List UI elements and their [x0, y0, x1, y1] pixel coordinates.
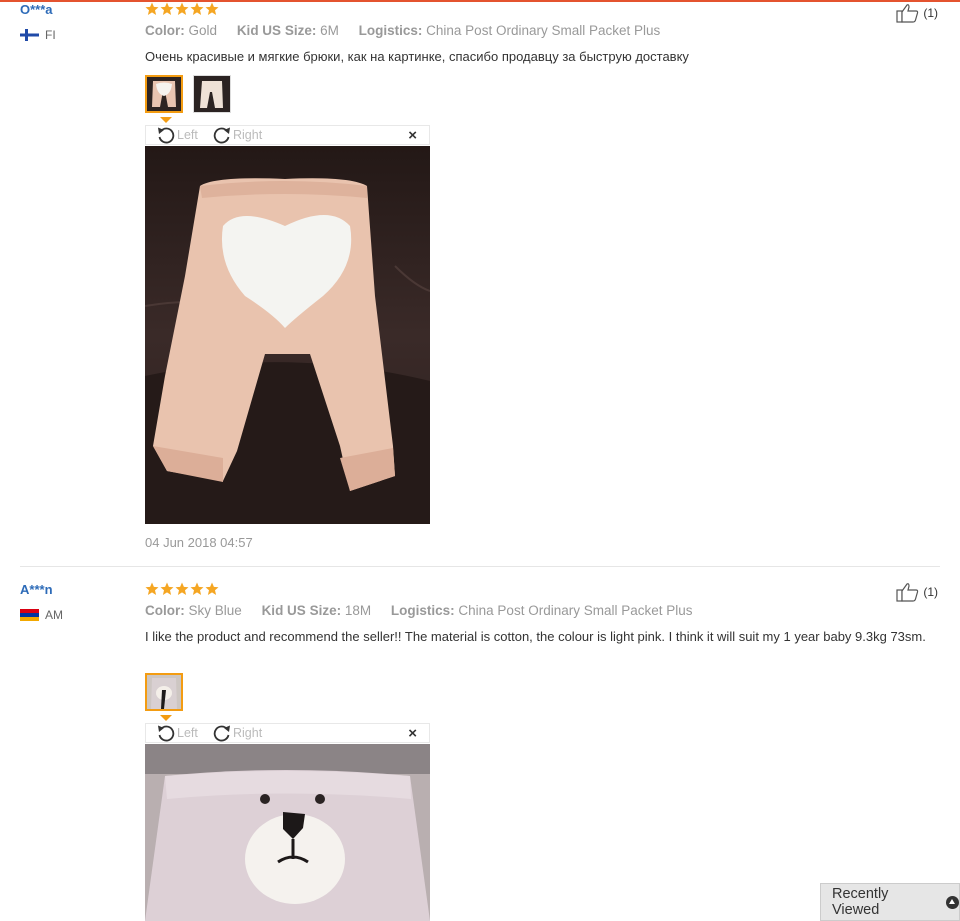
rotate-left-button[interactable]: Left [156, 724, 198, 742]
star-icon [175, 582, 189, 595]
rotate-left-icon [158, 725, 175, 742]
recently-viewed-label: Recently Viewed [832, 886, 889, 918]
reviewer-name[interactable]: O***a [20, 2, 53, 17]
rotate-left-icon [158, 127, 175, 144]
finland-flag-icon [20, 29, 39, 41]
photo-thumbnail[interactable] [193, 75, 231, 113]
logistics-value: China Post Ordinary Small Packet Plus [458, 603, 693, 618]
size-label: Kid US Size: [236, 23, 317, 38]
star-icon [190, 582, 204, 595]
rating-stars [145, 582, 219, 596]
size-value: 18M [344, 603, 372, 618]
logistics-label: Logistics: [390, 603, 455, 618]
helpful-button[interactable]: (1) [896, 3, 938, 23]
star-icon [160, 582, 174, 595]
rotate-right-button[interactable]: Right [212, 724, 262, 742]
close-viewer-button[interactable]: × [408, 726, 417, 742]
country-code: FI [45, 28, 56, 42]
country-code: AM [45, 608, 63, 622]
rotate-left-label: Left [177, 128, 198, 142]
rotate-left-label: Left [177, 726, 198, 740]
reviewer-name[interactable]: A***n [20, 582, 53, 597]
color-value: Gold [188, 23, 218, 38]
top-accent-line [0, 0, 960, 2]
size-value: 6M [320, 23, 339, 38]
close-viewer-button[interactable]: × [408, 128, 417, 144]
thumbs-up-icon [896, 583, 919, 602]
photo-thumbnail[interactable] [145, 75, 183, 113]
helpful-button[interactable]: (1) [896, 582, 938, 602]
chevron-up-icon [946, 895, 959, 909]
star-icon [145, 582, 159, 595]
review-divider [20, 566, 940, 567]
star-icon [160, 2, 174, 15]
thumbs-up-icon [896, 4, 919, 23]
order-info: Color: Sky Blue Kid US Size: 18M Logisti… [145, 603, 709, 618]
star-icon [190, 2, 204, 15]
star-icon [145, 2, 159, 15]
rotate-right-button[interactable]: Right [212, 126, 262, 144]
star-icon [205, 582, 219, 595]
photo-thumbnails [145, 673, 183, 711]
rotate-right-icon [213, 725, 230, 742]
order-info: Color: Gold Kid US Size: 6M Logistics: C… [145, 23, 676, 38]
review-text: I like the product and recommend the sel… [145, 629, 926, 644]
image-viewer-toolbar: Left Right × [145, 723, 430, 743]
logistics-value: China Post Ordinary Small Packet Plus [426, 23, 661, 38]
logistics-label: Logistics: [358, 23, 423, 38]
size-label: Kid US Size: [261, 603, 342, 618]
color-label: Color: [145, 23, 185, 38]
photo-thumbnails [145, 75, 231, 113]
image-viewer-toolbar: Left Right × [145, 125, 430, 145]
rating-stars [145, 2, 219, 16]
review-date: 04 Jun 2018 04:57 [145, 535, 253, 550]
color-label: Color: [145, 603, 185, 618]
rotate-right-label: Right [233, 726, 263, 740]
thumbnail-pointer [160, 117, 172, 123]
photo-thumbnail[interactable] [145, 673, 183, 711]
rotate-right-label: Right [233, 128, 263, 142]
review-photo [145, 146, 430, 524]
reviewer-country: AM [20, 608, 63, 622]
rotate-left-button[interactable]: Left [156, 126, 198, 144]
reviewer-country: FI [20, 28, 56, 42]
review-text: Очень красивые и мягкие брюки, как на ка… [145, 49, 689, 64]
star-icon [175, 2, 189, 15]
rotate-right-icon [213, 127, 230, 144]
helpful-count: (1) [923, 6, 938, 20]
star-icon [205, 2, 219, 15]
recently-viewed-button[interactable]: Recently Viewed [820, 883, 960, 921]
thumbnail-pointer [160, 715, 172, 721]
helpful-count: (1) [923, 585, 938, 599]
review-photo [145, 744, 430, 921]
color-value: Sky Blue [188, 603, 242, 618]
armenia-flag-icon [20, 609, 39, 621]
